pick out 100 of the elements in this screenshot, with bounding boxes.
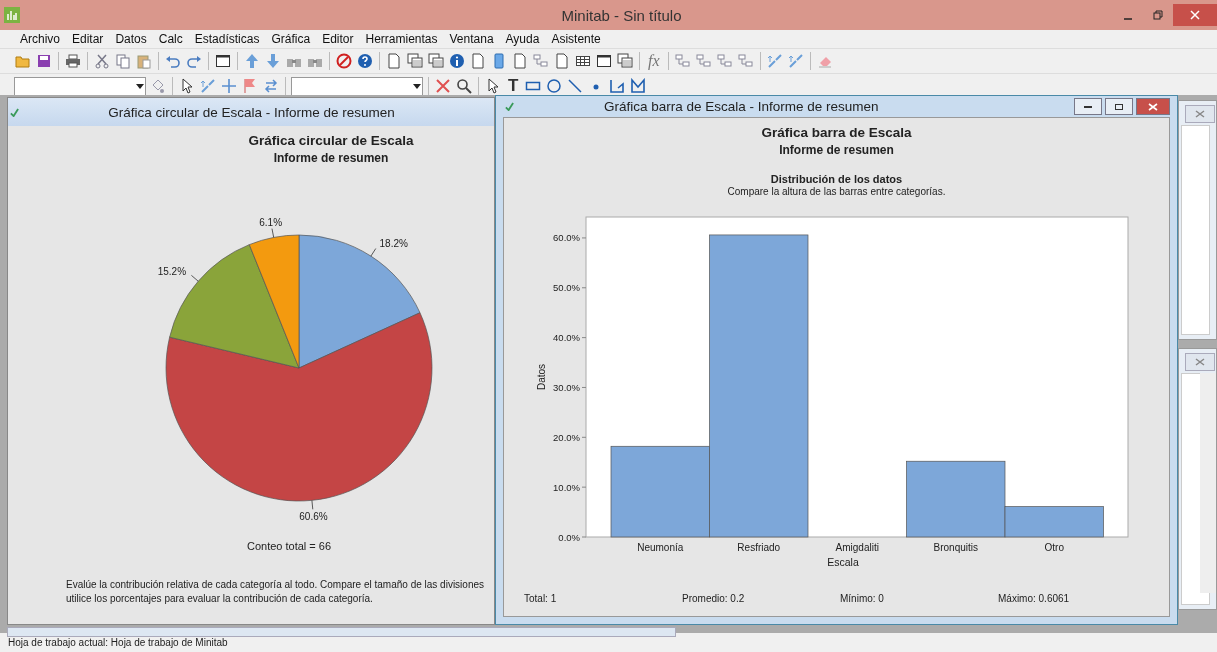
menu-item[interactable]: Herramientas	[359, 32, 444, 46]
maximize-button[interactable]	[1105, 98, 1133, 115]
chart-subtitle: Informe de resumen	[273, 151, 389, 165]
printer-icon[interactable]	[64, 52, 82, 70]
y-tick	[581, 536, 587, 538]
close-icon	[1195, 110, 1205, 118]
x-axis-title: Escala	[827, 556, 859, 568]
stacked-windows-icon[interactable]	[427, 52, 445, 70]
menu-item[interactable]: Datos	[109, 32, 153, 46]
slice-label: 60.6%	[299, 511, 328, 523]
document-icon[interactable]	[511, 52, 529, 70]
window-title: Minitab - Sin título	[560, 6, 683, 24]
leader-line	[311, 499, 314, 510]
y-tick	[581, 436, 587, 438]
close-icon	[1148, 102, 1158, 111]
y-tick-label: 60.0%	[553, 232, 580, 244]
info-icon[interactable]	[448, 52, 466, 70]
dropdown-arrow-icon	[135, 81, 145, 91]
maximize-icon	[1114, 102, 1124, 111]
stacked-windows-icon[interactable]	[406, 52, 424, 70]
close-button[interactable]	[1185, 105, 1215, 123]
stacked-windows-icon[interactable]	[616, 52, 634, 70]
y-tick	[581, 486, 587, 488]
menu-item[interactable]: Ventana	[443, 32, 500, 46]
brush-icon[interactable]	[765, 52, 784, 70]
copy-icon[interactable]	[114, 52, 132, 70]
search-icon[interactable]	[455, 77, 473, 95]
dropdown-field[interactable]	[14, 76, 146, 96]
category-label: Otro	[1044, 542, 1064, 553]
window-title: Gráfica barra de Escala - Informe de resumen	[603, 99, 880, 114]
guidance-text: Evalúe la contribución relativa de cada categoría al todo. Compare el tamaño de las divisiones	[66, 578, 486, 592]
function-button[interactable]: fx	[645, 52, 663, 70]
down-arrow-icon[interactable]	[264, 52, 282, 70]
minimize-button[interactable]	[1074, 98, 1102, 115]
layout-icon[interactable]	[694, 52, 713, 70]
menu-item[interactable]: Gráfica	[265, 32, 317, 46]
paste-icon[interactable]	[135, 52, 153, 70]
minimize-icon	[1124, 18, 1132, 20]
crosshair-icon[interactable]	[220, 77, 238, 95]
help-icon[interactable]	[356, 52, 374, 70]
section-hint: Compare la altura de las barras entre categorías.	[727, 186, 946, 197]
menu-item[interactable]: Editor	[316, 32, 360, 46]
close-button[interactable]	[1185, 353, 1215, 371]
menu-item[interactable]: Calc	[152, 32, 189, 46]
y-tick-label: 10.0%	[553, 481, 580, 493]
category-label: Amigdaliti	[835, 542, 879, 553]
y-tick-label: 20.0%	[553, 431, 580, 443]
polygon-icon[interactable]	[629, 77, 648, 95]
close-icon	[1195, 358, 1205, 366]
y-tick	[581, 237, 587, 239]
circle-icon[interactable]	[545, 77, 564, 95]
summary-stat: Total: 1	[524, 593, 558, 604]
document-icon[interactable]	[385, 52, 403, 70]
guidance-text: utilice los porcentajes para evaluar la contribución de cada categoría.	[66, 592, 374, 606]
category-label: Neumonía	[637, 542, 684, 553]
close-button[interactable]	[1173, 4, 1217, 26]
layout-icon[interactable]	[532, 52, 550, 70]
y-tick-label: 0.0%	[558, 531, 580, 543]
leader-line	[191, 274, 199, 282]
window-icon[interactable]	[214, 52, 232, 70]
menu-item[interactable]: Ayuda	[499, 32, 546, 46]
document-icon[interactable]	[469, 52, 487, 70]
scrollbar[interactable]	[1200, 373, 1216, 593]
y-tick	[581, 337, 587, 339]
scissors-icon[interactable]	[93, 52, 111, 70]
close-icon	[1190, 10, 1200, 20]
check-icon	[10, 107, 19, 117]
restore-icon	[1153, 10, 1163, 20]
brush-icon[interactable]	[786, 52, 805, 70]
menu-item[interactable]: Editar	[66, 32, 110, 46]
y-tick-label: 50.0%	[553, 282, 580, 294]
y-axis-title: Datos	[536, 363, 547, 391]
check-icon	[505, 102, 514, 111]
slice-label: 18.2%	[379, 237, 408, 249]
app-icon	[4, 7, 20, 23]
up-arrow-icon[interactable]	[243, 52, 261, 70]
layout-icon[interactable]	[736, 52, 755, 70]
summary-stat: Promedio: 0.2	[682, 593, 746, 604]
scrollbar[interactable]	[7, 627, 676, 637]
layout-icon[interactable]	[673, 52, 692, 70]
window-icon[interactable]	[595, 52, 613, 70]
layout-icon[interactable]	[715, 52, 734, 70]
chart-title: Gráfica barra de Escala	[761, 125, 912, 140]
text-tool-button[interactable]: T	[505, 76, 522, 96]
swap-icon[interactable]	[262, 77, 280, 95]
chart-subtitle: Informe de resumen	[779, 143, 894, 157]
section-title: Distribución de los datos	[770, 173, 903, 185]
menu-item[interactable]: Archivo	[14, 32, 66, 46]
stop-icon[interactable]	[335, 52, 353, 70]
y-tick	[581, 287, 587, 289]
menu-item[interactable]: Asistente	[545, 32, 607, 46]
dropdown-arrow-icon	[412, 81, 422, 91]
leader-line	[370, 248, 377, 257]
close-button[interactable]	[1136, 98, 1170, 115]
dropdown-field[interactable]	[291, 76, 423, 96]
polyline-icon[interactable]	[608, 77, 627, 95]
menu-item[interactable]: Estadísticas	[188, 32, 266, 46]
save-icon[interactable]	[35, 52, 53, 70]
category-label: Resfriado	[737, 542, 781, 553]
y-tick-label: 40.0%	[553, 332, 580, 344]
